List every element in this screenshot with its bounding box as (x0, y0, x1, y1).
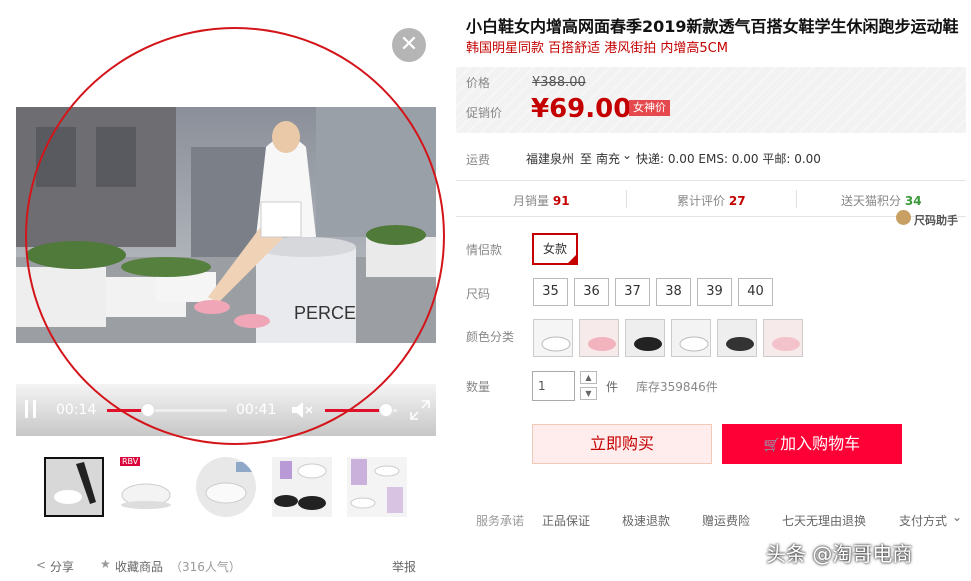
thumb-1[interactable] (44, 457, 104, 517)
product-page: PERCE 00:14 00:41 ✕ RBV < 分享 ★ 收藏商品 （316… (0, 0, 971, 581)
service-item[interactable]: 赠运费险 (702, 512, 750, 529)
total-reviews[interactable]: 累计评价 27 (677, 192, 746, 209)
check-corner-icon (567, 254, 577, 264)
thumb-2[interactable]: RBV (116, 457, 176, 517)
services-label: 服务承诺 (476, 514, 525, 528)
favorite-link[interactable]: 收藏商品 (115, 558, 163, 575)
share-icon: < (36, 558, 47, 572)
watermark: 头条 @淘哥电商 (766, 542, 913, 566)
size-option[interactable]: 38 (656, 278, 691, 306)
thumb-3[interactable] (196, 457, 256, 517)
tmall-points: 送天猫积分 34 (841, 194, 922, 208)
stock-count: 库存359846件 (636, 380, 718, 394)
original-price: ¥388.00 (532, 75, 586, 90)
ship-to-word: 至 (580, 152, 593, 166)
size-label: 尺码 (466, 287, 491, 301)
divider (626, 190, 627, 208)
color-option[interactable] (533, 319, 573, 357)
payment-methods-link[interactable]: 支付方式 (899, 512, 947, 529)
cart-icon: 🛒 (763, 438, 781, 453)
size-option[interactable]: 39 (697, 278, 732, 306)
size-helper-link[interactable]: 尺码助手 (914, 212, 958, 228)
video-scene: PERCE (16, 107, 436, 343)
service-item[interactable]: 极速退款 (622, 512, 670, 529)
color-option[interactable] (763, 319, 803, 357)
ship-detail: 快递: 0.00 EMS: 0.00 平邮: 0.00 (636, 152, 821, 166)
decrement-icon[interactable]: ▼ (580, 387, 597, 400)
promo-price: ¥69.00 (531, 94, 632, 124)
size-option[interactable]: 37 (615, 278, 650, 306)
color-option[interactable] (717, 319, 757, 357)
total-time: 00:41 (236, 402, 277, 418)
thumb-badge: RBV (120, 457, 141, 466)
buy-now-button[interactable]: 立即购买 (532, 424, 712, 464)
close-icon[interactable]: ✕ (392, 28, 426, 62)
popularity-count: （316人气） (170, 560, 241, 574)
ruler-icon (896, 210, 911, 225)
service-item[interactable]: 七天无理由退换 (782, 512, 866, 529)
pause-icon[interactable] (24, 400, 38, 418)
video-frame[interactable]: PERCE (16, 107, 436, 343)
couple-option-label: 女款 (542, 242, 567, 256)
color-label: 颜色分类 (466, 330, 515, 344)
service-item[interactable]: 正品保证 (542, 512, 590, 529)
color-option[interactable] (671, 319, 711, 357)
progress-handle[interactable] (140, 403, 155, 417)
fullscreen-icon[interactable] (410, 400, 430, 420)
size-option[interactable]: 36 (574, 278, 609, 306)
mute-icon[interactable] (290, 401, 314, 419)
progress-track[interactable] (107, 409, 227, 412)
volume-fill (325, 409, 387, 412)
color-option[interactable] (625, 319, 665, 357)
divider (456, 180, 966, 181)
increment-icon[interactable]: ▲ (580, 371, 597, 384)
price-label: 价格 (466, 76, 491, 90)
monthly-sales: 月销量 91 (513, 194, 570, 208)
quantity-input[interactable]: 1 (532, 371, 575, 401)
divider (456, 216, 966, 217)
quantity-unit: 件 (606, 380, 619, 394)
chevron-down-icon[interactable]: ⌄ (622, 148, 632, 162)
share-link[interactable]: 分享 (50, 558, 74, 575)
ship-to-select[interactable]: 南充 (596, 150, 620, 167)
report-link[interactable]: 举报 (392, 558, 416, 575)
color-option[interactable] (579, 319, 619, 357)
product-subtitle: 韩国明星同款 百搭舒适 港风街拍 内增高5CM (466, 41, 728, 56)
quantity-label: 数量 (466, 380, 491, 394)
add-to-cart-button[interactable]: 🛒加入购物车 (722, 424, 902, 464)
drum-text: PERCE (294, 303, 356, 323)
thumb-4[interactable] (272, 457, 332, 517)
product-title: 小白鞋女内增高网面春季2019新款透气百搭女鞋学生休闲跑步运动鞋 (466, 17, 959, 36)
divider (796, 190, 797, 208)
thumb-5[interactable] (347, 457, 407, 517)
current-time: 00:14 (56, 402, 97, 418)
promo-label: 促销价 (466, 106, 503, 120)
couple-option-selected[interactable]: 女款 (532, 233, 578, 265)
promo-tag: 女神价 (629, 100, 670, 116)
ship-from: 福建泉州 (526, 152, 575, 166)
size-option[interactable]: 40 (738, 278, 773, 306)
size-option[interactable]: 35 (533, 278, 568, 306)
add-to-cart-label: 加入购物车 (780, 434, 861, 453)
star-icon: ★ (100, 557, 111, 571)
couple-label: 情侣款 (466, 243, 503, 257)
shipping-label: 运费 (466, 153, 491, 167)
chevron-down-icon[interactable]: ⌄ (952, 510, 962, 524)
